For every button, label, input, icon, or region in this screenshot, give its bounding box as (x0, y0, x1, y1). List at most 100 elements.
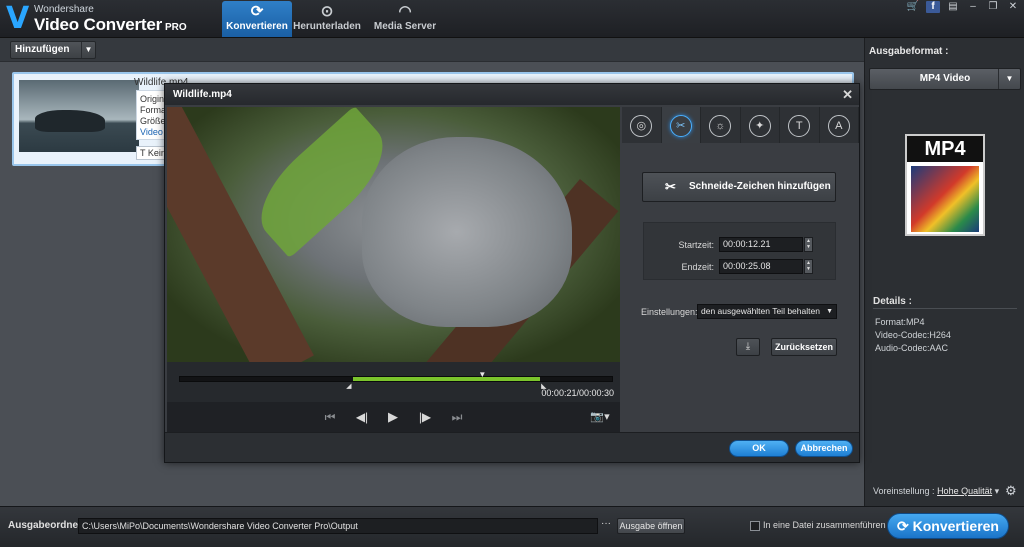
end-time-input[interactable]: 00:00:25.08 (719, 259, 803, 274)
trim-time-box: Startzeit: 00:00:12.21 ▲ ▼ Endzeit: 00:00… (643, 222, 836, 280)
format-value: MP4 Video (919, 73, 971, 84)
settings-select[interactable]: den ausgewählten Teil behalten ▼ (697, 304, 837, 319)
detail-format: Format:MP4 (875, 317, 925, 327)
app-brand: Wondershare Video Converter PRO (34, 4, 187, 34)
tab-herunterladen[interactable]: ⊙ Herunterladen (292, 1, 362, 37)
end-time-label: Endzeit: (681, 262, 714, 272)
notes-icon[interactable]: ▤ (946, 1, 960, 13)
wifi-icon: ◠ (398, 3, 412, 20)
app-vendor: Wondershare (34, 4, 94, 15)
end-time-stepper[interactable]: ▲ ▼ (804, 259, 813, 274)
tab-subtitle[interactable]: T (780, 107, 820, 143)
tab-label: Media Server (373, 21, 437, 32)
download-icon: ⊙ (320, 3, 334, 20)
format-thumbnail-label: MP4 (907, 136, 983, 162)
film-strip-icon (911, 166, 979, 232)
app-logo-icon: V (6, 1, 30, 36)
crop-tool-icon: ◎ (630, 115, 653, 137)
tab-effects[interactable]: ☼ (701, 107, 741, 143)
settings-label: Einstellungen: (641, 307, 698, 317)
settings-value: den ausgewählten Teil behalten (701, 306, 820, 316)
preset-select[interactable]: Hohe Qualität (937, 486, 992, 496)
video-preview (167, 107, 620, 362)
chevron-down-icon[interactable]: ▼ (81, 42, 95, 58)
format-thumbnail: MP4 (905, 134, 985, 236)
skip-to-end-icon[interactable]: ⏭ (448, 408, 466, 426)
video-thumbnail (19, 80, 139, 152)
tab-media-server[interactable]: ◠ Media Server (370, 1, 440, 37)
convert-label: Konvertieren (912, 518, 999, 534)
app-product-name: Video Converter (34, 15, 163, 34)
timeline-track[interactable]: ◢ ◣ ▼ (179, 371, 613, 390)
trim-selection[interactable] (352, 377, 540, 381)
timeline: ◢ ◣ ▼ 00:00:21/00:00:30 (167, 362, 620, 402)
playhead-handle[interactable]: ▼ (478, 371, 486, 379)
reset-button[interactable]: Zurücksetzen (771, 338, 837, 356)
chevron-down-icon[interactable]: ▾ (992, 486, 1000, 496)
output-folder-label: Ausgabeordner (8, 520, 82, 531)
tab-label: Herunterladen (293, 21, 361, 32)
watermark-tool-icon: A (827, 115, 850, 137)
convert-button[interactable]: ⟳ Konvertieren (887, 513, 1009, 539)
chevron-down-icon[interactable]: ▼ (998, 69, 1020, 89)
trim-dialog: Wildlife.mp4 ✕ ◢ ◣ ▼ 00:00:21/00:00:30 ⏮… (164, 83, 860, 463)
start-time-input[interactable]: 00:00:12.21 (719, 237, 803, 252)
output-format-title: Ausgabeformat : (869, 46, 949, 57)
skip-to-start-icon[interactable]: ⏮ (321, 408, 339, 426)
step-back-icon[interactable]: ◀| (353, 408, 371, 426)
add-cut-mark-button[interactable]: ✂ Schneide-Zeichen hinzufügen (642, 172, 836, 202)
cart-icon[interactable]: 🛒 (906, 1, 920, 13)
play-icon[interactable]: ▶ (384, 408, 402, 426)
edit-tool-tabs: ◎ ✂ ☼ ✦ T A (622, 107, 859, 143)
start-time-label: Startzeit: (678, 240, 714, 250)
preset-label: Voreinstellung : (873, 486, 935, 496)
dialog-title-bar: Wildlife.mp4 ✕ (165, 84, 859, 105)
refresh-icon: ⟳ (897, 518, 909, 534)
scissors-icon: ✂ (665, 179, 676, 194)
minimize-icon[interactable]: ‒ (966, 1, 980, 13)
maximize-icon[interactable]: ❐ (986, 1, 1000, 13)
detail-video-codec: Video-Codec:H264 (875, 330, 951, 340)
output-format-select[interactable]: MP4 Video ▼ (869, 68, 1021, 90)
step-forward-icon[interactable]: |▶ (416, 408, 434, 426)
output-format-panel: Ausgabeformat : MP4 Video ▼ MP4 Details … (864, 38, 1024, 506)
dialog-footer: OK Abbrechen (165, 432, 859, 462)
add-label: Hinzufügen (15, 44, 70, 55)
open-output-button[interactable]: Ausgabe öffnen (617, 518, 685, 534)
tab-konvertieren[interactable]: ⟳ Konvertieren (222, 1, 292, 37)
facebook-icon[interactable]: f (926, 1, 940, 13)
subtitle-tool-icon: T (788, 115, 811, 137)
browse-button[interactable]: ··· (598, 518, 614, 534)
chevron-down-icon[interactable]: ▼ (826, 305, 833, 318)
toolbar: Hinzufügen ▼ (0, 38, 864, 62)
tab-crop[interactable]: ◎ (622, 107, 662, 143)
title-bar: V Wondershare Video Converter PRO ⟳ Konve… (0, 0, 1024, 38)
gear-icon[interactable]: ⚙ (1005, 483, 1017, 499)
bottom-bar: Ausgabeordner C:\Users\MiPo\Documents\Wo… (0, 506, 1024, 547)
window-controls: 🛒 f ▤ ‒ ❐ ✕ (906, 0, 1020, 14)
playback-controls: ⏮ ◀| ▶ |▶ ⏭ 📷▾ (167, 402, 620, 432)
ok-button[interactable]: OK (729, 440, 789, 457)
magic-wand-tool-icon: ✦ (748, 115, 771, 137)
preset-row: Voreinstellung : Hohe Qualität ▾ (873, 486, 999, 497)
time-readout: 00:00:21/00:00:30 (541, 388, 614, 398)
close-icon[interactable]: ✕ (842, 84, 853, 105)
close-icon[interactable]: ✕ (1006, 1, 1020, 13)
camera-icon[interactable]: 📷▾ (587, 408, 613, 426)
divider (873, 308, 1017, 309)
trim-start-handle[interactable]: ◢ (345, 383, 353, 391)
cancel-button[interactable]: Abbrechen (795, 440, 853, 457)
export-icon[interactable]: ⤓ (736, 338, 760, 356)
start-time-stepper[interactable]: ▲ ▼ (804, 237, 813, 252)
brightness-tool-icon: ☼ (709, 115, 732, 137)
tab-trim[interactable]: ✂ (661, 107, 701, 143)
detail-audio-codec: Audio-Codec:AAC (875, 343, 949, 353)
scissors-tool-icon: ✂ (669, 115, 692, 137)
merge-checkbox[interactable] (750, 521, 760, 531)
add-cut-mark-label: Schneide-Zeichen hinzufügen (689, 181, 831, 192)
output-path-field[interactable]: C:\Users\MiPo\Documents\Wondershare Vide… (78, 518, 598, 534)
tab-enhance[interactable]: ✦ (741, 107, 780, 143)
details-title: Details : (873, 296, 912, 307)
add-file-button[interactable]: Hinzufügen ▼ (10, 41, 96, 59)
tab-watermark[interactable]: A (820, 107, 859, 143)
